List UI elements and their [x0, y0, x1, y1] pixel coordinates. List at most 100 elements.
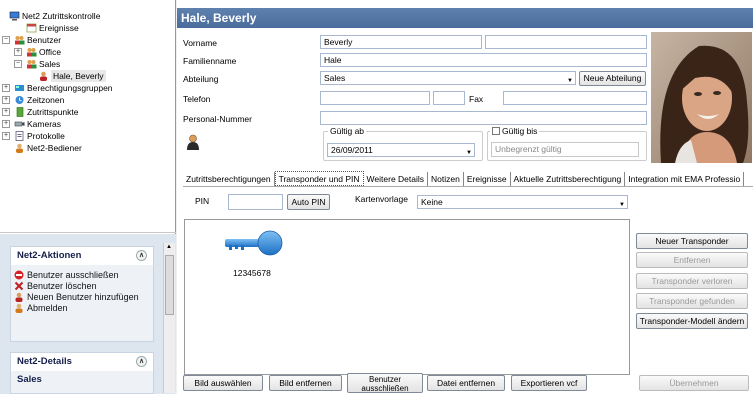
familienname-field[interactable]: Hale [320, 53, 647, 67]
abteilung-value: Sales [324, 73, 346, 83]
gueltig-bis-checkbox[interactable] [492, 127, 500, 135]
actions-panel-title: Net2-Aktionen [17, 250, 82, 261]
navigation-panel: Net2 Zutrittskontrolle Ereignisse − Benutze… [0, 0, 176, 394]
dropdown-arrow-icon[interactable]: ▼ [619, 199, 625, 208]
expand-icon[interactable]: + [2, 84, 10, 92]
tree-item[interactable]: + Kameras [0, 118, 175, 130]
users-icon [26, 59, 37, 69]
tree-item-label: Net2-Bediener [27, 143, 82, 153]
expand-icon[interactable]: + [14, 48, 22, 56]
vorname-extra-field[interactable] [485, 35, 647, 49]
expand-icon[interactable]: + [2, 108, 10, 116]
tree-item[interactable]: + Zutrittspunkte [0, 106, 175, 118]
tree-item[interactable]: Hale, Beverly [0, 70, 175, 82]
collapse-icon[interactable]: ∧ [136, 250, 147, 261]
gueltig-ab-date-picker[interactable]: 26/09/2011 ▼ [327, 143, 475, 157]
datei-entfernen-button[interactable]: Datei entfernen [427, 375, 505, 391]
tree-item-label: Zeitzonen [27, 95, 65, 105]
action-link[interactable]: Abmelden [11, 303, 153, 313]
users-icon [14, 35, 25, 45]
action-link[interactable]: Benutzer löschen [11, 281, 153, 291]
telefon-extension-field[interactable] [433, 91, 465, 105]
gueltig-bis-field[interactable]: Unbegrenzt gültig [491, 142, 639, 157]
bild-entfernen-button[interactable]: Bild entfernen [269, 375, 342, 391]
bild-auswaehlen-button[interactable]: Bild auswählen [183, 375, 263, 391]
exportieren-vcf-button[interactable]: Exportieren vcf [511, 375, 587, 391]
details-panel-header[interactable]: Net2-Details ∧ [11, 353, 153, 371]
details-panel-value: Sales [17, 374, 42, 385]
details-panel-title: Net2-Details [17, 356, 72, 367]
tab-0[interactable]: Zutrittsberechtigungen [183, 172, 275, 186]
expand-icon[interactable]: + [2, 120, 10, 128]
collapse-icon[interactable]: ∧ [136, 356, 147, 367]
tree-item-label: Net2 Zutrittskontrolle [22, 11, 101, 21]
tree-item[interactable]: + Office [0, 46, 175, 58]
detail-tabs: Zutrittsberechtigungen Transponder und PI… [183, 171, 753, 187]
tree-item-label: Berechtigungsgruppen [27, 83, 113, 93]
kartenvorlage-label: Kartenvorlage [355, 194, 408, 204]
expand-icon[interactable]: + [2, 132, 10, 140]
action-link[interactable]: Benutzer ausschließen [11, 270, 153, 280]
calendar-icon [26, 23, 37, 33]
tree-item-label: Benutzer [27, 35, 62, 45]
actions-panel-header[interactable]: Net2-Aktionen ∧ [11, 247, 153, 265]
tab-3[interactable]: Notizen [428, 172, 464, 186]
tree-item-label: Zutrittspunkte [27, 107, 79, 117]
vorname-field[interactable]: Beverly [320, 35, 482, 49]
action-label: Abmelden [27, 303, 68, 313]
dropdown-arrow-icon[interactable]: ▼ [567, 75, 573, 84]
scroll-up-arrow-icon[interactable]: ▲ [166, 244, 172, 250]
logout-icon [14, 303, 24, 313]
tree-item[interactable]: + Berechtigungsgruppen [0, 82, 175, 94]
tab-2[interactable]: Weitere Details [364, 172, 429, 186]
collapse-icon[interactable]: − [14, 60, 22, 68]
collapse-icon[interactable]: − [2, 36, 10, 44]
tab-5[interactable]: Aktuelle Zutrittsberechtigung [511, 172, 626, 186]
transponder-modell-button[interactable]: Transponder-Modell ändern [636, 313, 748, 329]
personal-nummer-field[interactable] [320, 111, 647, 125]
door-icon [14, 107, 25, 117]
tree-item-label: Ereignisse [39, 23, 79, 33]
uebernehmen-button[interactable]: Übernehmen [639, 375, 749, 391]
actions-scrollbar[interactable]: ▲ [163, 243, 175, 393]
transponder-number: 12345678 [233, 268, 271, 278]
neue-abteilung-button[interactable]: Neue Abteilung [579, 71, 646, 86]
expand-icon[interactable]: + [2, 96, 10, 104]
tree-item[interactable]: Net2 Zutrittskontrolle [0, 10, 175, 22]
tree-item[interactable]: − Sales [0, 58, 175, 70]
tab-1[interactable]: Transponder und PIN [274, 171, 364, 186]
user-photo[interactable] [651, 32, 752, 163]
actions-panel: Net2-Aktionen ∧ Benutzer ausschließen Ben… [10, 246, 154, 342]
neuer-transponder-button[interactable]: Neuer Transponder [636, 233, 748, 249]
abteilung-select[interactable]: Sales ▼ [320, 71, 576, 85]
fax-field[interactable] [503, 91, 647, 105]
tree-item[interactable]: + Protokolle [0, 130, 175, 142]
computer-icon [9, 11, 20, 21]
transponder-item[interactable] [225, 230, 285, 256]
user-title-bar: Hale, Beverly [177, 8, 753, 28]
operator-icon [14, 143, 25, 153]
benutzer-ausschliessen-button[interactable]: Benutzer ausschließen [347, 373, 423, 393]
gueltig-bis-label: Gültig bis [502, 126, 538, 136]
transponder-verloren-button[interactable]: Transponder verloren [636, 273, 748, 289]
actions-area: Net2-Aktionen ∧ Benutzer ausschließen Ben… [0, 234, 176, 394]
telefon-field[interactable] [320, 91, 430, 105]
dropdown-arrow-icon[interactable]: ▼ [466, 147, 472, 156]
tree-item-label: Protokolle [27, 131, 65, 141]
tree-item[interactable]: − Benutzer [0, 34, 175, 46]
details-panel: Net2-Details ∧ Sales [10, 352, 154, 394]
navigation-tree: Net2 Zutrittskontrolle Ereignisse − Benutze… [0, 10, 175, 154]
tree-item[interactable]: Ereignisse [0, 22, 175, 34]
tab-6[interactable]: Integration mit EMA Professio [625, 172, 745, 186]
tree-item[interactable]: + Zeitzonen [0, 94, 175, 106]
transponder-gefunden-button[interactable]: Transponder gefunden [636, 293, 748, 309]
scrollbar-thumb[interactable] [165, 255, 174, 315]
tree-item[interactable]: Net2-Bediener [0, 142, 175, 154]
delete-x-icon [14, 281, 24, 291]
tab-4[interactable]: Ereignisse [464, 172, 511, 186]
entfernen-button[interactable]: Entfernen [636, 252, 748, 268]
action-link[interactable]: Neuen Benutzer hinzufügen [11, 292, 153, 302]
kartenvorlage-select[interactable]: Keine ▼ [417, 195, 628, 209]
pin-field[interactable] [228, 194, 283, 210]
auto-pin-button[interactable]: Auto PIN [287, 194, 330, 210]
